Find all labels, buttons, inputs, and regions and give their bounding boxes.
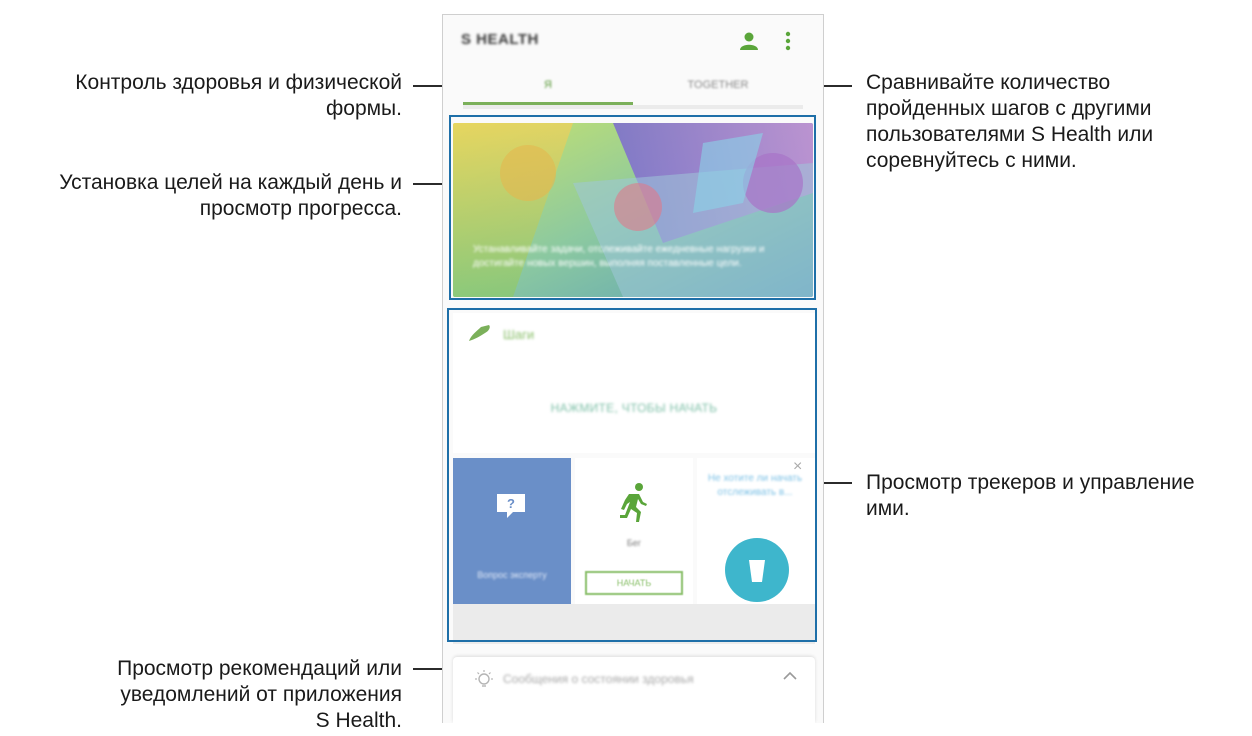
together-annotation-line-4: соревнуйтесь с ними. [866, 149, 1077, 172]
profile-icon[interactable] [739, 31, 759, 51]
goals-annotation: Установка целей на каждый день и просмот… [2, 170, 402, 222]
tips-annotation: Просмотр рекомендаций или уведомлений от… [2, 656, 402, 734]
tab-me[interactable]: Я [463, 67, 633, 107]
trackers-annotation: Просмотр трекеров и управление ими. [866, 470, 1251, 522]
tabs-annotation: Контроль здоровья и физической формы. [2, 70, 402, 122]
together-annotation-line-1: Сравнивайте количество [866, 71, 1111, 94]
goals-highlight-frame [449, 115, 816, 300]
lightbulb-icon [475, 670, 493, 687]
together-annotation-line-3: пользователями S Health или [866, 123, 1154, 146]
tab-active-indicator [463, 102, 633, 105]
together-annotation: Сравнивайте количество пройденных шагов … [866, 70, 1246, 174]
trackers-annotation-line-1: Просмотр трекеров и управление [866, 471, 1195, 494]
tips-annotation-line-2: уведомлений от приложения [120, 683, 402, 706]
chevron-up-icon[interactable] [783, 671, 797, 681]
tab-bar: Я TOGETHER [443, 67, 823, 109]
tabs-annotation-line-2: формы. [325, 97, 402, 120]
trackers-highlight-frame [447, 308, 817, 642]
tips-annotation-line-3: S Health. [315, 709, 402, 732]
goals-annotation-line-2: просмотр прогресса. [199, 197, 402, 220]
health-messages-label: Сообщения о состоянии здоровья [503, 672, 694, 686]
tab-together[interactable]: TOGETHER [633, 67, 803, 107]
tab-divider [463, 105, 803, 109]
more-options-icon[interactable] [783, 30, 793, 52]
tabs-annotation-line-1: Контроль здоровья и физической [75, 71, 402, 94]
goals-annotation-line-1: Установка целей на каждый день и [59, 171, 402, 194]
health-messages-bar[interactable]: Сообщения о состоянии здоровья [453, 657, 815, 723]
together-annotation-line-2: пройденных шагов с другими [866, 97, 1152, 120]
app-bar: S HEALTH [443, 15, 823, 65]
tips-annotation-line-1: Просмотр рекомендаций или [117, 657, 402, 680]
app-title: S HEALTH [461, 31, 539, 48]
trackers-annotation-line-2: ими. [866, 497, 910, 520]
